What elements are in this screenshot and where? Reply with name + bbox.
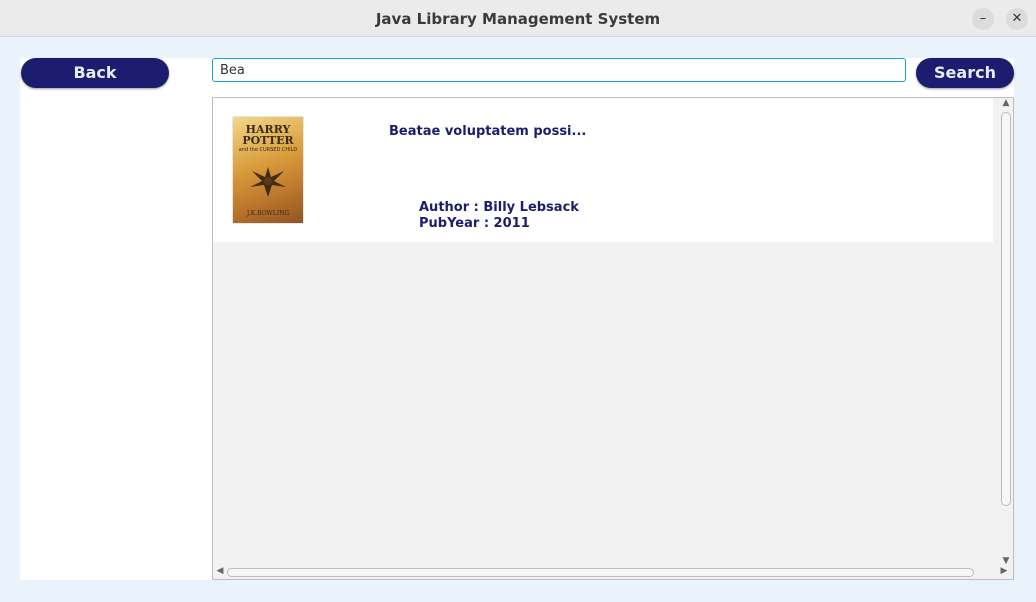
back-button[interactable]: Back — [21, 58, 169, 88]
results-list[interactable]: HARRY POTTER and the CURSED CHILD J.K.RO… — [212, 97, 1014, 580]
scroll-left-icon[interactable]: ◀ — [213, 566, 227, 576]
title-bar: Java Library Management System – ✕ — [0, 0, 1036, 37]
vertical-scrollbar[interactable]: ▲ ▼ — [999, 98, 1013, 566]
scroll-up-icon[interactable]: ▲ — [999, 98, 1013, 108]
cover-author: J.K.ROWLING — [246, 210, 290, 217]
close-icon: ✕ — [1011, 11, 1023, 26]
search-input[interactable] — [212, 58, 906, 82]
vertical-scroll-thumb[interactable] — [1001, 112, 1011, 506]
cover-title: HARRY POTTER — [242, 123, 294, 147]
book-title: Beatae voluptatem possi... — [389, 124, 587, 139]
window-title: Java Library Management System — [375, 10, 661, 28]
book-pubyear: PubYear : 2011 — [419, 216, 530, 231]
phoenix-icon — [250, 167, 286, 197]
cover-subtitle: and the CURSED CHILD — [238, 147, 298, 153]
horizontal-scroll-thumb[interactable] — [227, 568, 974, 577]
minimize-icon: – — [979, 11, 987, 26]
book-cover-image: HARRY POTTER and the CURSED CHILD J.K.RO… — [233, 117, 303, 223]
search-button[interactable]: Search — [916, 58, 1014, 88]
close-button[interactable]: ✕ — [1006, 8, 1028, 30]
list-item[interactable]: HARRY POTTER and the CURSED CHILD J.K.RO… — [213, 98, 993, 242]
horizontal-scrollbar[interactable]: ◀ ▶ — [213, 565, 1013, 579]
scroll-right-icon[interactable]: ▶ — [997, 566, 1011, 576]
book-author: Author : Billy Lebsack — [419, 200, 579, 215]
minimize-button[interactable]: – — [972, 8, 994, 30]
